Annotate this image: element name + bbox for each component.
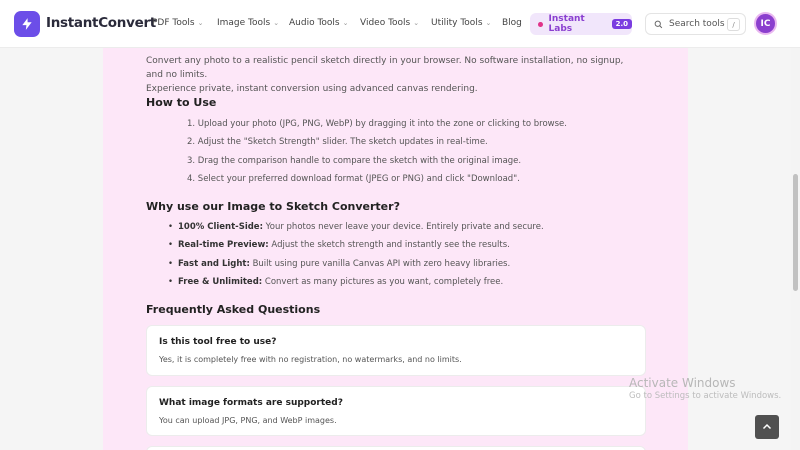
faq-heading: Frequently Asked Questions	[146, 303, 321, 316]
top-nav-bar: InstantConvert PDF Tools ⌄ Image Tools ⌄ A…	[0, 0, 800, 48]
logo-bolt-icon[interactable]	[14, 11, 40, 37]
faq-card[interactable]: Is this tool free to use? Yes, it is com…	[146, 325, 646, 376]
step-item: 2. Adjust the "Sketch Strength" slider. …	[187, 137, 488, 147]
nav-blog[interactable]: Blog	[502, 18, 522, 28]
chevron-up-icon	[762, 423, 772, 430]
intro-text: Convert any photo to a realistic pencil …	[146, 54, 626, 96]
labs-version-badge: 2.0	[611, 19, 632, 29]
feature-desc: Built using pure vanilla Canvas API with…	[249, 259, 511, 269]
step-item: 4. Select your preferred download format…	[187, 174, 520, 184]
feature-desc: Convert as many pictures as you want, co…	[262, 277, 504, 287]
feature-item: 100% Client-Side: Your photos never leav…	[168, 222, 544, 232]
chevron-down-icon: ⌄	[413, 19, 420, 27]
chevron-down-icon: ⌄	[273, 19, 280, 27]
feature-title: Real-time Preview:	[178, 240, 269, 250]
activate-windows-title: Activate Windows	[629, 376, 736, 390]
feature-item: Free & Unlimited: Convert as many pictur…	[168, 277, 504, 287]
search-shortcut-key: /	[727, 18, 740, 31]
feature-item: Fast and Light: Built using pure vanilla…	[168, 259, 511, 269]
feature-item: Real-time Preview: Adjust the sketch str…	[168, 240, 510, 250]
faq-card[interactable]	[146, 446, 646, 450]
nav-label: Audio Tools	[289, 18, 340, 28]
chevron-down-icon: ⌄	[485, 19, 492, 27]
labs-label: Instant Labs	[548, 14, 585, 34]
nav-video-tools[interactable]: Video Tools ⌄	[360, 18, 419, 28]
logo-text[interactable]: InstantConvert	[46, 15, 156, 31]
how-to-use-heading: How to Use	[146, 96, 217, 109]
search-placeholder: Search tools	[669, 19, 725, 29]
intro-line: Experience private, instant conversion u…	[146, 84, 478, 94]
nav-label: PDF Tools	[152, 18, 195, 28]
nav-label: Blog	[502, 18, 522, 28]
back-to-top-button[interactable]	[755, 415, 779, 439]
content-panel: Convert any photo to a realistic pencil …	[103, 48, 688, 450]
scrollbar-thumb[interactable]	[793, 174, 798, 291]
feature-desc: Adjust the sketch strength and instantly…	[268, 240, 510, 250]
faq-answer: You can upload JPG, PNG, and WebP images…	[159, 416, 337, 425]
feature-title: Fast and Light:	[178, 259, 250, 269]
step-item: 1. Upload your photo (JPG, PNG, WebP) by…	[187, 119, 567, 129]
faq-question: What image formats are supported?	[159, 398, 343, 408]
nav-label: Video Tools	[360, 18, 411, 28]
chevron-down-icon: ⌄	[197, 19, 204, 27]
dot-icon	[538, 21, 543, 27]
faq-question: Is this tool free to use?	[159, 337, 277, 347]
chevron-down-icon: ⌄	[342, 19, 349, 27]
step-item: 3. Drag the comparison handle to compare…	[187, 156, 522, 166]
vertical-scrollbar[interactable]	[791, 48, 800, 450]
feature-title: 100% Client-Side:	[178, 222, 263, 232]
nav-audio-tools[interactable]: Audio Tools ⌄	[289, 18, 349, 28]
instant-labs-button[interactable]: Instant Labs 2.0	[530, 13, 632, 35]
search-icon	[654, 20, 663, 28]
why-use-heading: Why use our Image to Sketch Converter?	[146, 200, 400, 213]
nav-utility-tools[interactable]: Utility Tools ⌄	[431, 18, 491, 28]
faq-card[interactable]: What image formats are supported? You ca…	[146, 386, 646, 436]
faq-answer: Yes, it is completely free with no regis…	[159, 355, 462, 364]
nav-pdf-tools[interactable]: PDF Tools ⌄	[152, 18, 203, 28]
nav-label: Image Tools	[217, 18, 271, 28]
search-box[interactable]: Search tools /	[645, 13, 746, 35]
nav-label: Utility Tools	[431, 18, 483, 28]
activate-windows-subtitle: Go to Settings to activate Windows.	[629, 391, 782, 401]
intro-line: Convert any photo to a realistic pencil …	[146, 56, 624, 80]
nav-image-tools[interactable]: Image Tools ⌄	[217, 18, 279, 28]
feature-title: Free & Unlimited:	[178, 277, 263, 287]
feature-desc: Your photos never leave your device. Ent…	[262, 222, 544, 232]
user-avatar[interactable]: IC	[754, 12, 777, 35]
